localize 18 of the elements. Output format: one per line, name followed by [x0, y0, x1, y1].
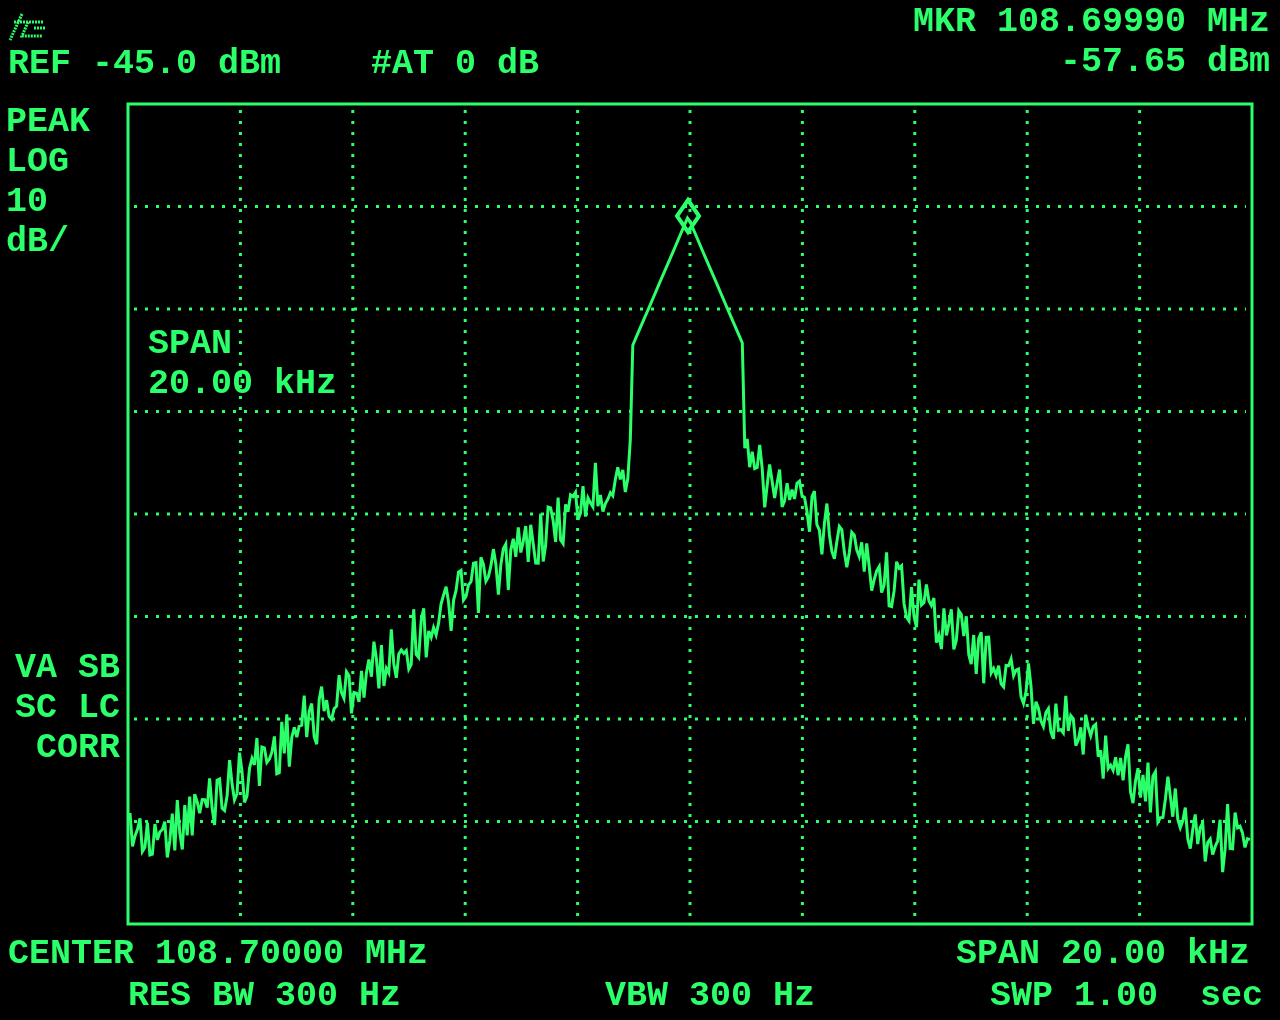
span-annotation: 20.00 kHz — [148, 364, 338, 404]
resolution-bandwidth: RES BW 300 Hz — [128, 976, 403, 1018]
span-value: SPAN 20.00 kHz — [955, 934, 1250, 976]
sweep-time: SWP 1.00 sec — [990, 976, 1264, 1018]
display-mode-label: PEAK — [6, 102, 91, 142]
status-annunciator: SC LC — [14, 688, 120, 728]
display-mode-label: LOG — [6, 142, 70, 182]
marker-level: -57.65 dBm — [1059, 42, 1270, 82]
attenuation-value: #AT 0 dB — [371, 44, 540, 84]
video-bandwidth: VBW 300 Hz — [605, 976, 817, 1018]
status-annunciator: VA SB — [14, 648, 120, 688]
display-mode-label: dB/ — [6, 222, 70, 262]
display-mode-label: 10 — [6, 182, 49, 222]
span-annotation: SPAN — [148, 324, 233, 364]
status-annunciator: CORR — [36, 728, 120, 768]
marker-frequency: MKR 108.69990 MHz — [912, 2, 1270, 42]
reference-level: REF -45.0 dBm — [8, 44, 282, 84]
center-frequency: CENTER 108.70000 MHz — [8, 934, 429, 976]
